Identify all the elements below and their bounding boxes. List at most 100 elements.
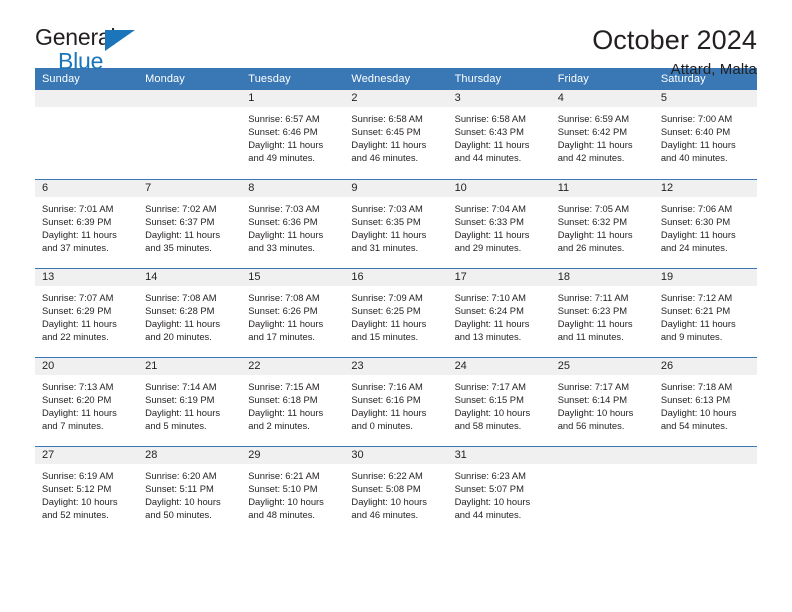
- day-details: Sunrise: 7:18 AM Sunset: 6:13 PM Daylight:…: [654, 375, 757, 432]
- calendar-day-cell[interactable]: 14 Sunrise: 7:08 AM Sunset: 6:28 PM Dayligh…: [138, 267, 242, 357]
- calendar-day-cell[interactable]: 19 Sunrise: 7:12 AM Sunset: 6:21 PM Dayligh…: [653, 267, 757, 357]
- calendar-day-cell[interactable]: 20 Sunrise: 7:13 AM Sunset: 6:20 PM Dayligh…: [35, 356, 139, 446]
- calendar-day-cell[interactable]: 25 Sunrise: 7:17 AM Sunset: 6:14 PM Dayligh…: [550, 356, 654, 446]
- calendar-day-cell[interactable]: 7 Sunrise: 7:02 AM Sunset: 6:37 PM Daylight…: [138, 178, 242, 268]
- calendar-day-cell[interactable]: 24 Sunrise: 7:17 AM Sunset: 6:15 PM Dayligh…: [447, 356, 551, 446]
- day-details: Sunrise: 7:17 AM Sunset: 6:15 PM Daylight:…: [448, 375, 551, 432]
- calendar-day-cell[interactable]: 8 Sunrise: 7:03 AM Sunset: 6:36 PM Daylight…: [241, 178, 345, 268]
- sunset-time: Sunset: 6:18 PM: [248, 393, 318, 405]
- sunrise-time: Sunrise: 7:10 AM: [454, 291, 526, 303]
- calendar-day-cell[interactable]: 2 Sunrise: 6:58 AM Sunset: 6:45 PM Daylight…: [344, 90, 448, 179]
- day-details: Sunrise: 7:07 AM Sunset: 6:29 PM Daylight:…: [35, 286, 138, 343]
- day-details: Sunrise: 7:01 AM Sunset: 6:39 PM Daylight:…: [35, 197, 138, 254]
- daylight-duration-line2: and 44 minutes.: [454, 508, 522, 520]
- daylight-duration-line2: and 2 minutes.: [248, 419, 310, 431]
- sunrise-time: Sunrise: 7:08 AM: [248, 291, 320, 303]
- sunrise-time: Sunrise: 6:20 AM: [145, 469, 217, 481]
- calendar-day-cell[interactable]: 12 Sunrise: 7:06 AM Sunset: 6:30 PM Dayligh…: [653, 178, 757, 268]
- calendar-day-cell[interactable]: 28 Sunrise: 6:20 AM Sunset: 5:11 PM Dayligh…: [138, 445, 242, 535]
- sunrise-time: Sunrise: 7:07 AM: [42, 291, 114, 303]
- sunrise-time: Sunrise: 7:17 AM: [454, 380, 526, 392]
- daylight-duration-line1: Daylight: 11 hours: [42, 406, 117, 418]
- sunset-time: Sunset: 6:40 PM: [660, 126, 731, 138]
- weekday-header-tuesday: Tuesday: [241, 68, 345, 90]
- sunset-time: Sunset: 6:33 PM: [454, 215, 524, 227]
- day-details: Sunrise: 7:08 AM Sunset: 6:26 PM Daylight:…: [241, 286, 344, 343]
- daylight-duration-line2: and 7 minutes.: [42, 419, 104, 431]
- daylight-duration-line1: Daylight: 11 hours: [248, 406, 324, 418]
- daylight-duration-line1: Daylight: 11 hours: [660, 139, 736, 151]
- page-header: General Blue October 2024 Attard, Malta: [35, 0, 757, 79]
- calendar-day-cell[interactable]: 17 Sunrise: 7:10 AM Sunset: 6:24 PM Dayligh…: [447, 267, 551, 357]
- daylight-duration-line1: Daylight: 11 hours: [145, 228, 221, 240]
- calendar-day-cell[interactable]: 23 Sunrise: 7:16 AM Sunset: 6:16 PM Dayligh…: [344, 356, 448, 446]
- day-number: 23: [344, 357, 448, 375]
- calendar-day-cell[interactable]: 22 Sunrise: 7:15 AM Sunset: 6:18 PM Dayligh…: [241, 356, 345, 446]
- day-details: Sunrise: 6:57 AM Sunset: 6:46 PM Daylight:…: [241, 107, 344, 164]
- daylight-duration-line2: and 44 minutes.: [454, 152, 522, 164]
- calendar-day-cell[interactable]: 15 Sunrise: 7:08 AM Sunset: 6:26 PM Dayligh…: [241, 267, 345, 357]
- day-details: Sunrise: 6:21 AM Sunset: 5:10 PM Daylight:…: [241, 464, 344, 521]
- calendar-week-row: 13 Sunrise: 7:07 AM Sunset: 6:29 PM Dayligh…: [35, 267, 757, 357]
- calendar-day-cell[interactable]: 27 Sunrise: 6:19 AM Sunset: 5:12 PM Dayligh…: [35, 445, 139, 535]
- day-details: Sunrise: 7:09 AM Sunset: 6:25 PM Daylight:…: [344, 286, 447, 343]
- sunrise-time: Sunrise: 6:22 AM: [351, 469, 423, 481]
- calendar-day-cell-empty: [35, 90, 139, 179]
- calendar-day-cell[interactable]: 13 Sunrise: 7:07 AM Sunset: 6:29 PM Dayligh…: [35, 267, 139, 357]
- daylight-duration-line2: and 26 minutes.: [557, 241, 625, 253]
- sunset-time: Sunset: 5:10 PM: [248, 482, 318, 494]
- day-details: Sunrise: 7:17 AM Sunset: 6:14 PM Daylight:…: [551, 375, 654, 432]
- sunset-time: Sunset: 6:19 PM: [145, 393, 215, 405]
- daylight-duration-line1: Daylight: 11 hours: [557, 139, 633, 151]
- daylight-duration-line1: Daylight: 11 hours: [248, 139, 324, 151]
- daylight-duration-line1: Daylight: 11 hours: [454, 317, 530, 329]
- calendar-day-cell[interactable]: 3 Sunrise: 6:58 AM Sunset: 6:43 PM Daylight…: [447, 90, 551, 179]
- calendar-day-cell[interactable]: 16 Sunrise: 7:09 AM Sunset: 6:25 PM Dayligh…: [344, 267, 448, 357]
- calendar-day-cell[interactable]: 6 Sunrise: 7:01 AM Sunset: 6:39 PM Daylight…: [35, 178, 139, 268]
- daylight-duration-line2: and 17 minutes.: [248, 330, 315, 342]
- calendar-day-cell[interactable]: 26 Sunrise: 7:18 AM Sunset: 6:13 PM Dayligh…: [653, 356, 757, 446]
- daylight-duration-line2: and 11 minutes.: [557, 330, 624, 342]
- daylight-duration-line2: and 15 minutes.: [351, 330, 419, 342]
- day-number: 4: [550, 90, 654, 107]
- calendar-day-cell[interactable]: 5 Sunrise: 7:00 AM Sunset: 6:40 PM Daylight…: [653, 90, 757, 179]
- sunrise-time: Sunrise: 6:58 AM: [351, 113, 423, 124]
- calendar-day-cell[interactable]: 11 Sunrise: 7:05 AM Sunset: 6:32 PM Dayligh…: [550, 178, 654, 268]
- day-details: Sunrise: 7:12 AM Sunset: 6:21 PM Daylight:…: [654, 286, 757, 343]
- sunset-time: Sunset: 6:39 PM: [42, 215, 112, 227]
- day-number: 18: [550, 268, 654, 286]
- daylight-duration-line2: and 37 minutes.: [42, 241, 109, 253]
- sunrise-time: Sunrise: 7:01 AM: [42, 202, 114, 214]
- sunset-time: Sunset: 6:46 PM: [248, 126, 318, 138]
- sunset-time: Sunset: 6:43 PM: [454, 126, 524, 138]
- sunset-time: Sunset: 6:26 PM: [248, 304, 318, 316]
- day-number: 19: [653, 268, 757, 286]
- calendar-day-cell[interactable]: 30 Sunrise: 6:22 AM Sunset: 5:08 PM Dayligh…: [344, 445, 448, 535]
- calendar-day-cell[interactable]: 4 Sunrise: 6:59 AM Sunset: 6:42 PM Daylight…: [550, 90, 654, 179]
- daylight-duration-line2: and 52 minutes.: [42, 508, 109, 520]
- calendar-day-cell[interactable]: 9 Sunrise: 7:03 AM Sunset: 6:35 PM Daylight…: [344, 178, 448, 268]
- calendar-week-row: 27 Sunrise: 6:19 AM Sunset: 5:12 PM Dayligh…: [35, 445, 757, 535]
- day-details: Sunrise: 6:23 AM Sunset: 5:07 PM Daylight:…: [448, 464, 551, 521]
- calendar-day-cell[interactable]: 18 Sunrise: 7:11 AM Sunset: 6:23 PM Dayligh…: [550, 267, 654, 357]
- day-details: Sunrise: 7:00 AM Sunset: 6:40 PM Daylight:…: [654, 107, 757, 164]
- calendar-day-cell[interactable]: 31 Sunrise: 6:23 AM Sunset: 5:07 PM Dayligh…: [447, 445, 551, 535]
- calendar-day-cell[interactable]: 21 Sunrise: 7:14 AM Sunset: 6:19 PM Dayligh…: [138, 356, 242, 446]
- sunrise-time: Sunrise: 6:23 AM: [454, 469, 526, 481]
- daylight-duration-line1: Daylight: 11 hours: [454, 228, 530, 240]
- day-number: 8: [241, 179, 345, 197]
- daylight-duration-line2: and 0 minutes.: [351, 419, 413, 431]
- sunrise-time: Sunrise: 7:04 AM: [454, 202, 526, 214]
- sunrise-time: Sunrise: 7:12 AM: [660, 291, 733, 303]
- calendar-day-cell[interactable]: 10 Sunrise: 7:04 AM Sunset: 6:33 PM Dayligh…: [447, 178, 551, 268]
- calendar-day-cell[interactable]: 29 Sunrise: 6:21 AM Sunset: 5:10 PM Dayligh…: [241, 445, 345, 535]
- day-details: Sunrise: 6:19 AM Sunset: 5:12 PM Daylight:…: [35, 464, 138, 521]
- daylight-duration-line2: and 31 minutes.: [351, 241, 419, 253]
- sunset-time: Sunset: 6:16 PM: [351, 393, 421, 405]
- day-number: 5: [653, 90, 757, 107]
- sunrise-time: Sunrise: 7:03 AM: [248, 202, 320, 214]
- calendar-day-cell[interactable]: 1 Sunrise: 6:57 AM Sunset: 6:46 PM Daylight…: [241, 90, 345, 179]
- sunrise-time: Sunrise: 7:17 AM: [557, 380, 630, 392]
- daylight-duration-line2: and 48 minutes.: [248, 508, 315, 520]
- sunset-time: Sunset: 6:28 PM: [145, 304, 215, 316]
